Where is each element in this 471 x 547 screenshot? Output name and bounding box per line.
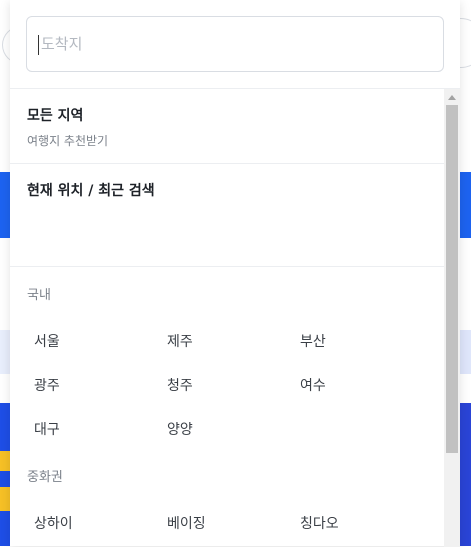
section-title-greater-china: 중화권	[27, 470, 63, 485]
current-location-recent-option[interactable]: 현재 위치 / 최근 검색	[10, 165, 444, 267]
city-option[interactable]: 베이징	[167, 513, 206, 533]
background-blue-section-right	[459, 172, 471, 238]
current-location-title: 현재 위치 / 최근 검색	[27, 183, 155, 199]
scroll-up-arrow-icon[interactable]	[444, 89, 460, 105]
destination-search-box[interactable]	[26, 16, 444, 72]
destination-input[interactable]	[39, 17, 429, 71]
city-option[interactable]: 상하이	[34, 513, 73, 533]
background-light-section-right	[459, 330, 471, 374]
destination-list-area: 모든 지역 여행지 추천받기 현재 위치 / 최근 검색 국내 서울 제주 부산…	[10, 88, 460, 547]
city-option[interactable]: 청주	[167, 375, 193, 395]
city-option[interactable]: 서울	[34, 331, 60, 351]
city-option[interactable]: 양양	[167, 419, 193, 439]
destination-dropdown: 모든 지역 여행지 추천받기 현재 위치 / 최근 검색 국내 서울 제주 부산…	[10, 0, 460, 547]
city-option[interactable]: 부산	[300, 331, 326, 351]
city-option[interactable]: 여수	[300, 375, 326, 395]
section-title-domestic: 국내	[27, 288, 51, 303]
all-regions-option[interactable]: 모든 지역 여행지 추천받기	[10, 89, 444, 164]
city-option[interactable]: 칭다오	[300, 513, 339, 533]
city-option[interactable]: 대구	[34, 419, 60, 439]
background-banner-right	[459, 403, 471, 546]
scrollbar-thumb[interactable]	[446, 105, 458, 453]
city-option[interactable]: 광주	[34, 375, 60, 395]
all-regions-subtitle: 여행지 추천받기	[27, 134, 109, 148]
vertical-scrollbar[interactable]	[444, 89, 460, 547]
city-option[interactable]: 제주	[167, 331, 193, 351]
destination-list: 모든 지역 여행지 추천받기 현재 위치 / 최근 검색 국내 서울 제주 부산…	[10, 89, 444, 547]
all-regions-title: 모든 지역	[27, 108, 84, 124]
